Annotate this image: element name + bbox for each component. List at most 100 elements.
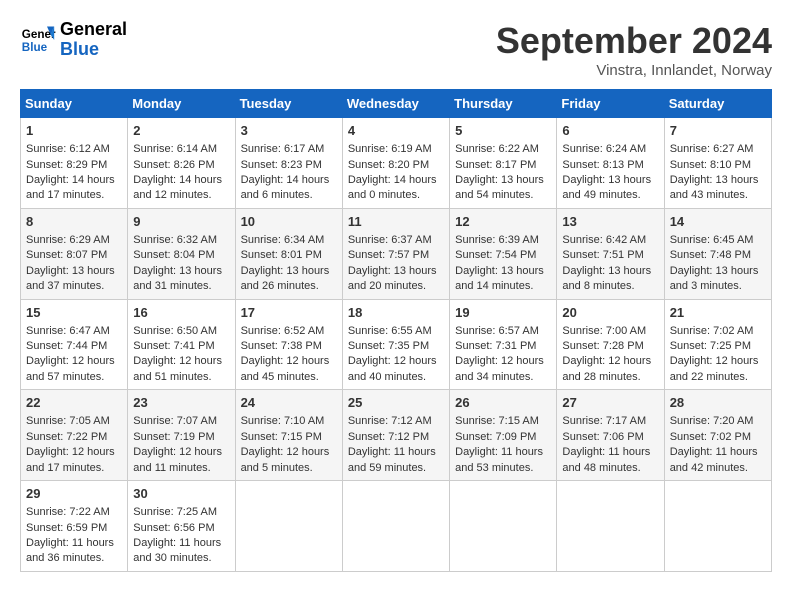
- day-info-line: Sunset: 7:15 PM: [241, 430, 337, 445]
- day-info-line: Daylight: 13 hours: [562, 173, 658, 188]
- day-info-line: Sunset: 7:44 PM: [26, 339, 122, 354]
- day-number: 27: [562, 394, 658, 412]
- day-info-line: Sunset: 7:28 PM: [562, 339, 658, 354]
- header-wednesday: Wednesday: [342, 90, 449, 118]
- day-info-line: Sunrise: 6:14 AM: [133, 142, 229, 157]
- day-cell: 12Sunrise: 6:39 AMSunset: 7:54 PMDayligh…: [450, 208, 557, 299]
- svg-text:Blue: Blue: [22, 41, 48, 54]
- day-info-line: and 57 minutes.: [26, 370, 122, 385]
- day-info-line: Sunset: 8:13 PM: [562, 158, 658, 173]
- day-info-line: Sunrise: 6:39 AM: [455, 233, 551, 248]
- header-tuesday: Tuesday: [235, 90, 342, 118]
- day-info-line: Sunrise: 7:10 AM: [241, 414, 337, 429]
- day-number: 10: [241, 213, 337, 231]
- day-cell: 23Sunrise: 7:07 AMSunset: 7:19 PMDayligh…: [128, 390, 235, 481]
- day-cell: [235, 481, 342, 572]
- day-cell: 3Sunrise: 6:17 AMSunset: 8:23 PMDaylight…: [235, 118, 342, 209]
- day-number: 11: [348, 213, 444, 231]
- day-info-line: Sunset: 6:59 PM: [26, 521, 122, 536]
- day-number: 2: [133, 122, 229, 140]
- day-info-line: Sunrise: 7:20 AM: [670, 414, 766, 429]
- day-cell: 11Sunrise: 6:37 AMSunset: 7:57 PMDayligh…: [342, 208, 449, 299]
- day-cell: 7Sunrise: 6:27 AMSunset: 8:10 PMDaylight…: [664, 118, 771, 209]
- day-info-line: Sunset: 8:17 PM: [455, 158, 551, 173]
- day-info-line: and 36 minutes.: [26, 551, 122, 566]
- day-info-line: Sunrise: 6:47 AM: [26, 324, 122, 339]
- day-cell: 15Sunrise: 6:47 AMSunset: 7:44 PMDayligh…: [21, 299, 128, 390]
- day-info-line: and 17 minutes.: [26, 188, 122, 203]
- day-cell: [664, 481, 771, 572]
- day-number: 18: [348, 304, 444, 322]
- day-info-line: Sunrise: 6:57 AM: [455, 324, 551, 339]
- day-info-line: Daylight: 11 hours: [348, 445, 444, 460]
- logo: General Blue General Blue: [20, 20, 127, 60]
- day-info-line: and 22 minutes.: [670, 370, 766, 385]
- day-info-line: and 11 minutes.: [133, 461, 229, 476]
- day-info-line: Sunset: 8:29 PM: [26, 158, 122, 173]
- day-info-line: Sunset: 7:09 PM: [455, 430, 551, 445]
- day-number: 20: [562, 304, 658, 322]
- day-info-line: Daylight: 12 hours: [133, 354, 229, 369]
- day-info-line: Sunrise: 6:45 AM: [670, 233, 766, 248]
- day-info-line: and 59 minutes.: [348, 461, 444, 476]
- day-info-line: Daylight: 13 hours: [133, 264, 229, 279]
- day-cell: 8Sunrise: 6:29 AMSunset: 8:07 PMDaylight…: [21, 208, 128, 299]
- day-number: 30: [133, 485, 229, 503]
- day-info-line: Sunset: 7:35 PM: [348, 339, 444, 354]
- day-number: 21: [670, 304, 766, 322]
- day-cell: 28Sunrise: 7:20 AMSunset: 7:02 PMDayligh…: [664, 390, 771, 481]
- day-info-line: and 51 minutes.: [133, 370, 229, 385]
- day-info-line: and 26 minutes.: [241, 279, 337, 294]
- day-number: 19: [455, 304, 551, 322]
- day-number: 25: [348, 394, 444, 412]
- day-cell: 2Sunrise: 6:14 AMSunset: 8:26 PMDaylight…: [128, 118, 235, 209]
- day-cell: 21Sunrise: 7:02 AMSunset: 7:25 PMDayligh…: [664, 299, 771, 390]
- day-info-line: Sunrise: 6:27 AM: [670, 142, 766, 157]
- day-info-line: Daylight: 13 hours: [562, 264, 658, 279]
- day-info-line: Daylight: 12 hours: [26, 445, 122, 460]
- day-info-line: Sunrise: 6:42 AM: [562, 233, 658, 248]
- day-info-line: Daylight: 12 hours: [562, 354, 658, 369]
- day-info-line: Sunset: 7:19 PM: [133, 430, 229, 445]
- day-info-line: Daylight: 12 hours: [455, 354, 551, 369]
- day-info-line: Daylight: 12 hours: [241, 354, 337, 369]
- day-cell: 30Sunrise: 7:25 AMSunset: 6:56 PMDayligh…: [128, 481, 235, 572]
- day-info-line: Sunrise: 6:17 AM: [241, 142, 337, 157]
- day-info-line: Sunset: 7:41 PM: [133, 339, 229, 354]
- day-info-line: Sunset: 7:57 PM: [348, 248, 444, 263]
- day-info-line: Sunrise: 7:05 AM: [26, 414, 122, 429]
- day-cell: 22Sunrise: 7:05 AMSunset: 7:22 PMDayligh…: [21, 390, 128, 481]
- header-friday: Friday: [557, 90, 664, 118]
- day-number: 13: [562, 213, 658, 231]
- day-info-line: and 31 minutes.: [133, 279, 229, 294]
- day-info-line: and 53 minutes.: [455, 461, 551, 476]
- location-subtitle: Vinstra, Innlandet, Norway: [496, 62, 772, 79]
- day-info-line: and 8 minutes.: [562, 279, 658, 294]
- page-header: General Blue General Blue September 2024…: [20, 20, 772, 79]
- day-cell: 5Sunrise: 6:22 AMSunset: 8:17 PMDaylight…: [450, 118, 557, 209]
- day-cell: 10Sunrise: 6:34 AMSunset: 8:01 PMDayligh…: [235, 208, 342, 299]
- day-info-line: Sunset: 7:48 PM: [670, 248, 766, 263]
- day-cell: 24Sunrise: 7:10 AMSunset: 7:15 PMDayligh…: [235, 390, 342, 481]
- day-info-line: Daylight: 13 hours: [670, 264, 766, 279]
- calendar-body: 1Sunrise: 6:12 AMSunset: 8:29 PMDaylight…: [21, 118, 772, 572]
- day-info-line: Daylight: 12 hours: [670, 354, 766, 369]
- day-info-line: Sunrise: 6:52 AM: [241, 324, 337, 339]
- day-cell: [342, 481, 449, 572]
- day-info-line: and 54 minutes.: [455, 188, 551, 203]
- week-row-1: 1Sunrise: 6:12 AMSunset: 8:29 PMDaylight…: [21, 118, 772, 209]
- day-cell: 4Sunrise: 6:19 AMSunset: 8:20 PMDaylight…: [342, 118, 449, 209]
- day-info-line: Sunset: 7:02 PM: [670, 430, 766, 445]
- day-cell: 16Sunrise: 6:50 AMSunset: 7:41 PMDayligh…: [128, 299, 235, 390]
- header-monday: Monday: [128, 90, 235, 118]
- day-info-line: Sunset: 8:07 PM: [26, 248, 122, 263]
- day-info-line: Sunrise: 7:17 AM: [562, 414, 658, 429]
- day-info-line: Sunrise: 7:25 AM: [133, 505, 229, 520]
- day-info-line: and 3 minutes.: [670, 279, 766, 294]
- day-info-line: Sunset: 8:26 PM: [133, 158, 229, 173]
- day-cell: 13Sunrise: 6:42 AMSunset: 7:51 PMDayligh…: [557, 208, 664, 299]
- week-row-5: 29Sunrise: 7:22 AMSunset: 6:59 PMDayligh…: [21, 481, 772, 572]
- day-number: 22: [26, 394, 122, 412]
- day-number: 26: [455, 394, 551, 412]
- day-info-line: and 5 minutes.: [241, 461, 337, 476]
